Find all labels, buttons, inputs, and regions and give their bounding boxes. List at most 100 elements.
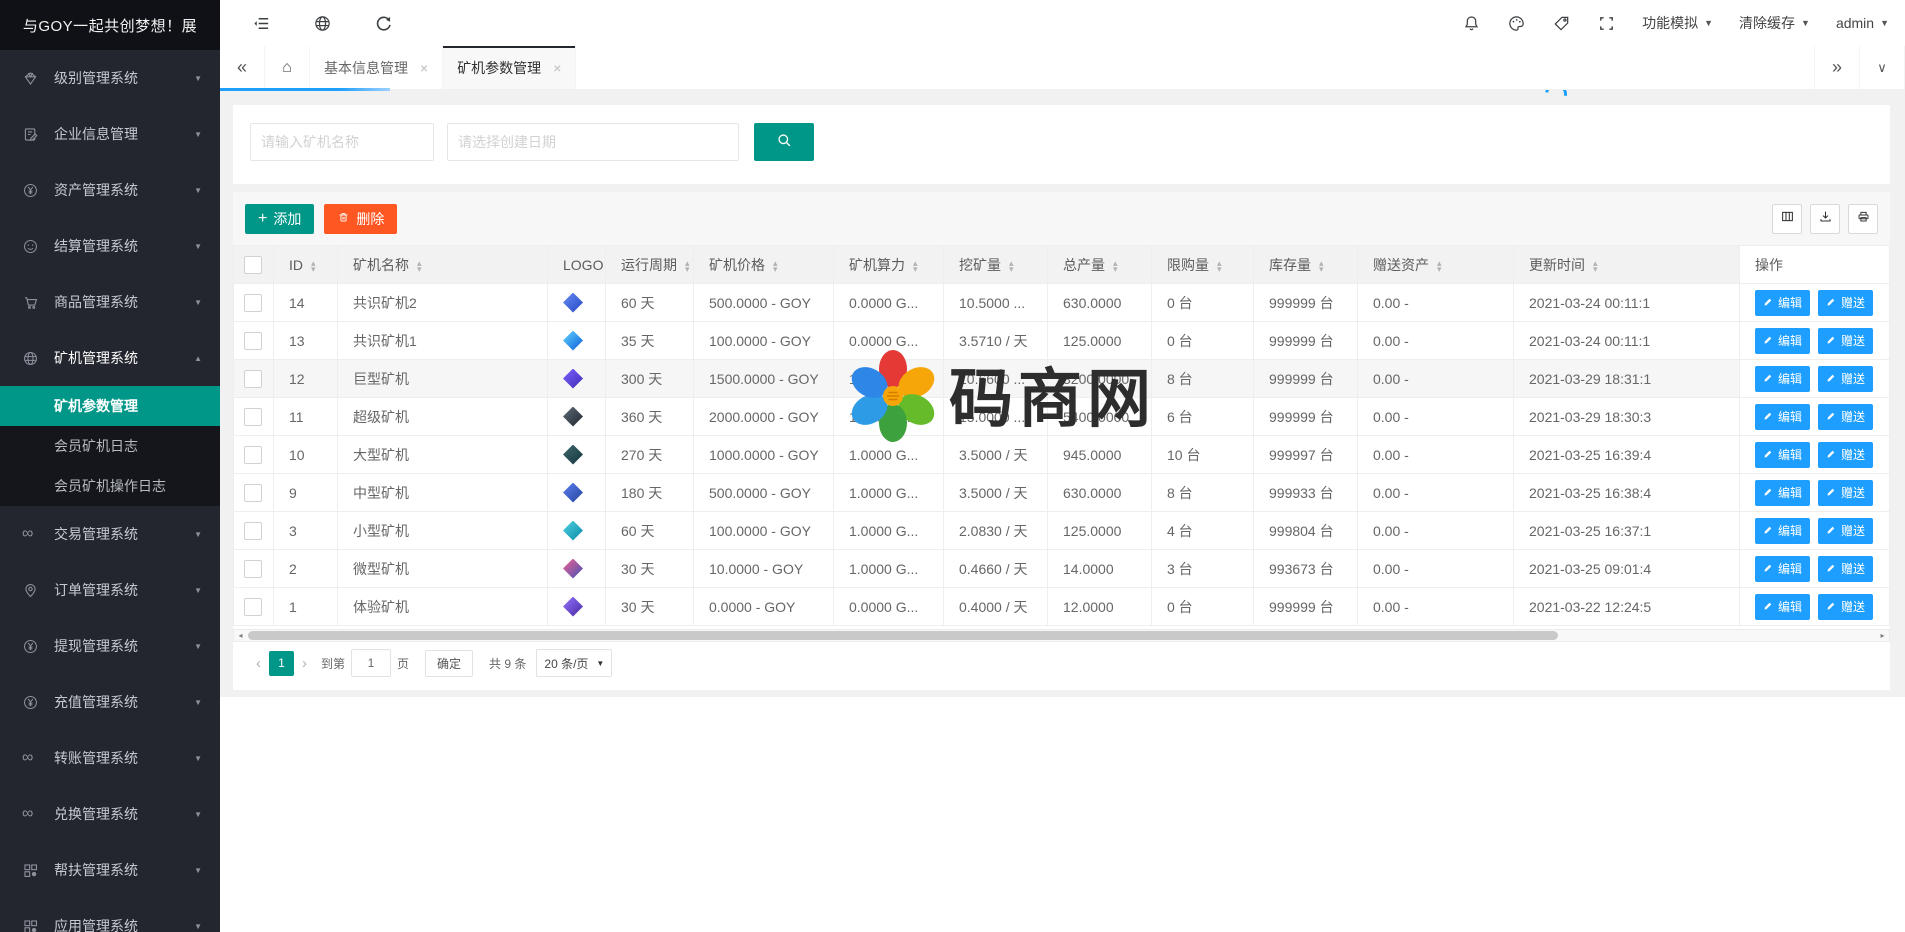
admin-user-dropdown[interactable]: admin▼ — [1836, 15, 1889, 31]
row-checkbox[interactable] — [244, 408, 262, 426]
sidebar-item[interactable]: 订单管理系统▼ — [0, 562, 220, 618]
sidebar-item[interactable]: 商品管理系统▼ — [0, 274, 220, 330]
tabs-more-icon[interactable]: » — [1814, 46, 1860, 89]
sort-icon[interactable]: ▴▾ — [311, 260, 316, 272]
row-checkbox[interactable] — [244, 370, 262, 388]
sort-icon[interactable]: ▴▾ — [685, 260, 690, 272]
row-checkbox[interactable] — [244, 446, 262, 464]
next-page-icon[interactable]: › — [294, 655, 315, 672]
close-icon[interactable]: × — [420, 60, 428, 76]
column-header-1[interactable]: ID▴▾ — [274, 246, 338, 284]
sidebar-collapse-icon[interactable] — [252, 14, 271, 33]
edit-button[interactable]: 编辑 — [1755, 442, 1810, 468]
close-icon[interactable]: × — [553, 60, 561, 76]
edit-button[interactable]: 编辑 — [1755, 518, 1810, 544]
edit-button[interactable]: 编辑 — [1755, 366, 1810, 392]
goto-page-input[interactable] — [351, 649, 391, 677]
column-header-7[interactable]: 挖矿量▴▾ — [944, 246, 1048, 284]
goto-confirm-button[interactable]: 确定 — [425, 650, 473, 677]
tag-icon[interactable] — [1552, 14, 1571, 33]
tab-active[interactable]: 矿机参数管理× — [443, 46, 576, 89]
sidebar-item[interactable]: ∞交易管理系统▼ — [0, 506, 220, 562]
sidebar-item[interactable]: 提现管理系统▼ — [0, 618, 220, 674]
gift-button[interactable]: 赠送 — [1818, 328, 1873, 354]
edit-button[interactable]: 编辑 — [1755, 594, 1810, 620]
sidebar-item[interactable]: 企业信息管理▼ — [0, 106, 220, 162]
home-tab-icon[interactable]: ⌂ — [265, 46, 310, 89]
row-checkbox[interactable] — [244, 484, 262, 502]
row-checkbox[interactable] — [244, 560, 262, 578]
gift-button[interactable]: 赠送 — [1818, 518, 1873, 544]
edit-button[interactable]: 编辑 — [1755, 480, 1810, 506]
column-header-11[interactable]: 赠送资产▴▾ — [1358, 246, 1514, 284]
column-header-9[interactable]: 限购量▴▾ — [1152, 246, 1254, 284]
column-header-8[interactable]: 总产量▴▾ — [1048, 246, 1152, 284]
column-header-5[interactable]: 矿机价格▴▾ — [694, 246, 834, 284]
sidebar-item[interactable]: ∞兑换管理系统▼ — [0, 786, 220, 842]
edit-button[interactable]: 编辑 — [1755, 404, 1810, 430]
column-header-4[interactable]: 运行周期▴▾ — [606, 246, 694, 284]
column-header-2[interactable]: 矿机名称▴▾ — [338, 246, 548, 284]
horizontal-scrollbar[interactable]: ◂ ▸ — [233, 629, 1890, 642]
search-button[interactable] — [754, 123, 814, 161]
refresh-icon[interactable] — [374, 14, 393, 33]
row-checkbox[interactable] — [244, 598, 262, 616]
gift-button[interactable]: 赠送 — [1818, 480, 1873, 506]
fullscreen-icon[interactable] — [1597, 14, 1616, 33]
machine-name-input[interactable] — [250, 123, 434, 161]
theme-palette-icon[interactable] — [1507, 14, 1526, 33]
tabs-menu-icon[interactable]: ∨ — [1860, 46, 1905, 89]
sidebar-item[interactable]: 结算管理系统▼ — [0, 218, 220, 274]
current-page-button[interactable]: 1 — [269, 651, 294, 676]
sort-icon[interactable]: ▴▾ — [773, 260, 778, 272]
edit-button[interactable]: 编辑 — [1755, 328, 1810, 354]
print-button[interactable] — [1848, 204, 1878, 234]
create-date-input[interactable] — [447, 123, 739, 161]
clear-cache-dropdown[interactable]: 清除缓存▼ — [1739, 13, 1810, 33]
scroll-left-icon[interactable]: ◂ — [234, 630, 247, 641]
globe-icon[interactable] — [313, 14, 332, 33]
gift-button[interactable]: 赠送 — [1818, 366, 1873, 392]
column-header-12[interactable]: 更新时间▴▾ — [1514, 246, 1740, 284]
select-all-checkbox[interactable] — [244, 256, 262, 274]
row-checkbox[interactable] — [244, 294, 262, 312]
sort-icon[interactable]: ▴▾ — [1319, 260, 1324, 272]
sidebar-item[interactable]: 应用管理系统▼ — [0, 898, 220, 932]
sidebar-item[interactable]: 帮扶管理系统▼ — [0, 842, 220, 898]
sort-icon[interactable]: ▴▾ — [417, 260, 422, 272]
scroll-right-icon[interactable]: ▸ — [1876, 630, 1889, 641]
add-button[interactable]: + 添加 — [245, 204, 314, 234]
edit-button[interactable]: 编辑 — [1755, 556, 1810, 582]
sort-icon[interactable]: ▴▾ — [1113, 260, 1118, 272]
sidebar-item[interactable]: ∞转账管理系统▼ — [0, 730, 220, 786]
sidebar-item[interactable]: 充值管理系统▼ — [0, 674, 220, 730]
tab-item[interactable]: 基本信息管理× — [310, 46, 443, 89]
gift-button[interactable]: 赠送 — [1818, 404, 1873, 430]
delete-button[interactable]: 删除 — [324, 204, 397, 234]
sort-icon[interactable]: ▴▾ — [1437, 260, 1442, 272]
sort-icon[interactable]: ▴▾ — [1593, 260, 1598, 272]
function-simulate-dropdown[interactable]: 功能模拟▼ — [1642, 13, 1713, 33]
gift-button[interactable]: 赠送 — [1818, 442, 1873, 468]
filter-columns-button[interactable] — [1772, 204, 1802, 234]
edit-button[interactable]: 编辑 — [1755, 290, 1810, 316]
sort-icon[interactable]: ▴▾ — [1009, 260, 1014, 272]
row-checkbox[interactable] — [244, 332, 262, 350]
gift-button[interactable]: 赠送 — [1818, 556, 1873, 582]
prev-page-icon[interactable]: ‹ — [248, 655, 269, 672]
sort-icon[interactable]: ▴▾ — [913, 260, 918, 272]
tabs-collapse-icon[interactable]: « — [220, 46, 265, 89]
sidebar-item[interactable]: 矿机管理系统▲ — [0, 330, 220, 386]
sidebar-item[interactable]: 级别管理系统▼ — [0, 50, 220, 106]
row-checkbox[interactable] — [244, 522, 262, 540]
sidebar-subitem[interactable]: 矿机参数管理 — [0, 386, 220, 426]
sidebar-subitem[interactable]: 会员矿机日志 — [0, 426, 220, 466]
sidebar-item[interactable]: 资产管理系统▼ — [0, 162, 220, 218]
gift-button[interactable]: 赠送 — [1818, 594, 1873, 620]
column-header-10[interactable]: 库存量▴▾ — [1254, 246, 1358, 284]
bell-icon[interactable] — [1462, 14, 1481, 33]
sort-icon[interactable]: ▴▾ — [1217, 260, 1222, 272]
column-header-6[interactable]: 矿机算力▴▾ — [834, 246, 944, 284]
sidebar-subitem[interactable]: 会员矿机操作日志 — [0, 466, 220, 506]
scrollbar-thumb[interactable] — [248, 631, 1558, 640]
